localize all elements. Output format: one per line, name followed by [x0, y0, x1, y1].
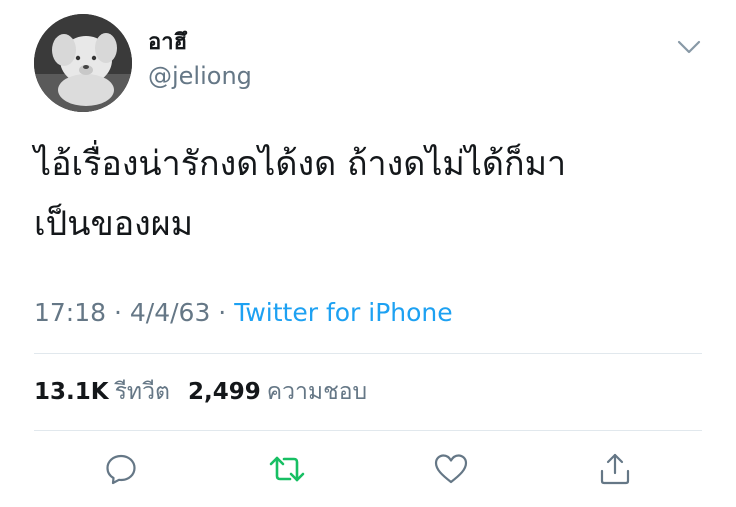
retweet-icon: [268, 452, 306, 490]
like-stat[interactable]: 2,499 ความชอบ: [188, 379, 385, 405]
share-button[interactable]: [590, 446, 640, 496]
tweet-text: ไอ้เรื่องน่ารักงดได้งด ถ้างดไม่ได้ก็มา เ…: [34, 134, 704, 254]
retweet-count: 13.1K: [34, 379, 109, 405]
author-names: อาฮึ @jeliong: [148, 28, 252, 92]
tweet-date[interactable]: 4/4/63: [130, 298, 210, 327]
meta-separator: ·: [106, 298, 130, 327]
tweet-meta: 17:18 · 4/4/63 · Twitter for iPhone: [34, 296, 453, 330]
avatar-image: [34, 14, 132, 112]
reply-icon: [104, 452, 138, 490]
share-icon: [597, 451, 633, 491]
tweet-header: อาฮึ @jeliong: [34, 14, 702, 114]
tweet-card: อาฮึ @jeliong ไอ้เรื่องน่ารักงดได้งด ถ้า…: [0, 0, 736, 507]
like-button[interactable]: [426, 446, 476, 496]
user-handle[interactable]: @jeliong: [148, 60, 252, 92]
retweet-stat[interactable]: 13.1K รีทวีต: [34, 379, 188, 405]
tweet-text-line: ไอ้เรื่องน่ารักงดได้งด ถ้างดไม่ได้ก็มา: [34, 144, 567, 184]
like-label: ความชอบ: [266, 379, 368, 405]
tweet-text-line: เป็นของผม: [34, 204, 194, 244]
tweet-time[interactable]: 17:18: [34, 298, 106, 327]
retweet-button[interactable]: [262, 446, 312, 496]
tweet-actions: [0, 446, 736, 496]
divider: [34, 353, 702, 354]
chevron-down-icon[interactable]: [676, 38, 702, 56]
meta-separator: ·: [210, 298, 235, 327]
retweet-label: รีทวีต: [114, 379, 170, 405]
tweet-stats: 13.1K รีทวีต 2,499 ความชอบ: [34, 376, 385, 408]
divider: [34, 430, 702, 431]
heart-icon: [433, 452, 469, 490]
tweet-source-link[interactable]: Twitter for iPhone: [234, 298, 452, 327]
like-count: 2,499: [187, 379, 261, 405]
display-name[interactable]: อาฮึ: [148, 28, 252, 58]
reply-button[interactable]: [96, 446, 146, 496]
avatar[interactable]: [34, 14, 132, 112]
